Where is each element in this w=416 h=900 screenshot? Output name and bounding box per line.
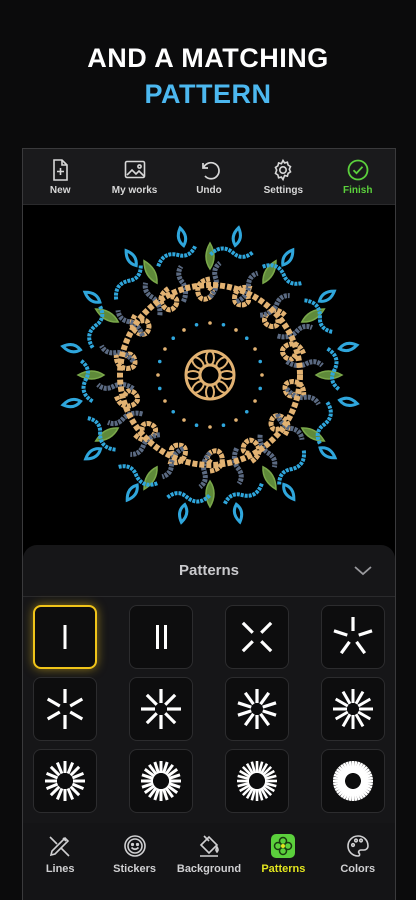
pattern-option[interactable] <box>225 605 289 669</box>
undo-icon <box>202 161 220 180</box>
paint-bucket-icon <box>199 835 219 857</box>
pattern-40-rays-icon <box>333 761 373 801</box>
tab-lines-label: Lines <box>45 863 75 875</box>
tab-background-label: Background <box>176 863 242 875</box>
pattern-option[interactable] <box>129 677 193 741</box>
new-button[interactable]: New <box>28 158 92 196</box>
pattern-option[interactable] <box>129 749 193 813</box>
check-circle-icon <box>347 159 369 180</box>
pattern-option[interactable] <box>321 677 385 741</box>
image-gallery-icon <box>124 160 145 178</box>
pattern-6-rays-icon <box>46 689 84 729</box>
pattern-option[interactable] <box>321 605 385 669</box>
pattern-1-ray-icon <box>63 625 67 649</box>
chevron-down-icon[interactable] <box>353 563 373 577</box>
top-toolbar: New My works Undo Settings Finish <box>23 149 395 205</box>
tab-stickers[interactable]: Stickers <box>99 833 171 875</box>
tab-background[interactable]: Background <box>173 833 245 875</box>
pattern-20-rays-icon <box>141 761 181 801</box>
tab-patterns[interactable]: Patterns <box>247 833 319 875</box>
pattern-grid <box>33 605 387 813</box>
pattern-option[interactable] <box>33 677 97 741</box>
tab-lines[interactable]: Lines <box>24 833 96 875</box>
tab-stickers-label: Stickers <box>113 863 156 875</box>
pattern-option[interactable] <box>321 749 385 813</box>
pattern-16-rays-icon <box>45 761 85 801</box>
finish-button[interactable]: Finish <box>326 158 390 196</box>
pattern-option[interactable] <box>129 605 193 669</box>
smiley-sticker-icon <box>123 835 146 857</box>
finish-label: Finish <box>343 184 373 196</box>
new-label: New <box>49 184 71 196</box>
pattern-24-rays-icon <box>237 761 277 801</box>
tab-colors[interactable]: Colors <box>322 833 394 875</box>
pattern-12-rays-icon <box>333 689 373 729</box>
mandala-artwork <box>60 225 360 525</box>
headline-line-2: PATTERN <box>144 79 272 109</box>
pattern-option[interactable] <box>225 749 289 813</box>
headline-line-1: AND A MATCHING <box>87 43 329 73</box>
pattern-10-rays-icon <box>237 689 277 729</box>
pattern-2-rays-icon <box>156 625 167 649</box>
pattern-option[interactable] <box>33 749 97 813</box>
pattern-4-rays-icon <box>241 621 273 653</box>
undo-label: Undo <box>196 184 222 196</box>
tab-colors-label: Colors <box>340 863 376 875</box>
brush-ruler-icon <box>49 836 70 857</box>
pattern-option[interactable] <box>225 677 289 741</box>
my-works-button[interactable]: My works <box>103 158 167 196</box>
tab-patterns-label: Patterns <box>261 863 306 875</box>
undo-button[interactable]: Undo <box>177 158 241 196</box>
pattern-5-rays-icon <box>333 617 373 655</box>
sheet-header: Patterns <box>23 545 395 597</box>
new-file-icon <box>53 158 68 181</box>
pattern-option[interactable] <box>33 605 97 669</box>
my-works-label: My works <box>111 184 158 196</box>
settings-label: Settings <box>263 184 304 196</box>
settings-button[interactable]: Settings <box>251 158 315 196</box>
bottom-tab-bar: Lines Stickers Background Patterns Color… <box>23 823 395 900</box>
sheet-title: Patterns <box>178 562 240 579</box>
gear-icon <box>274 158 292 181</box>
palette-icon <box>346 835 369 857</box>
pattern-8-rays-icon <box>141 689 181 729</box>
drawing-canvas[interactable] <box>23 205 395 545</box>
headline: AND A MATCHING PATTERN <box>0 40 416 112</box>
pattern-flower-icon <box>271 834 296 858</box>
app-screen: New My works Undo Settings Finish Patter… <box>22 148 396 900</box>
